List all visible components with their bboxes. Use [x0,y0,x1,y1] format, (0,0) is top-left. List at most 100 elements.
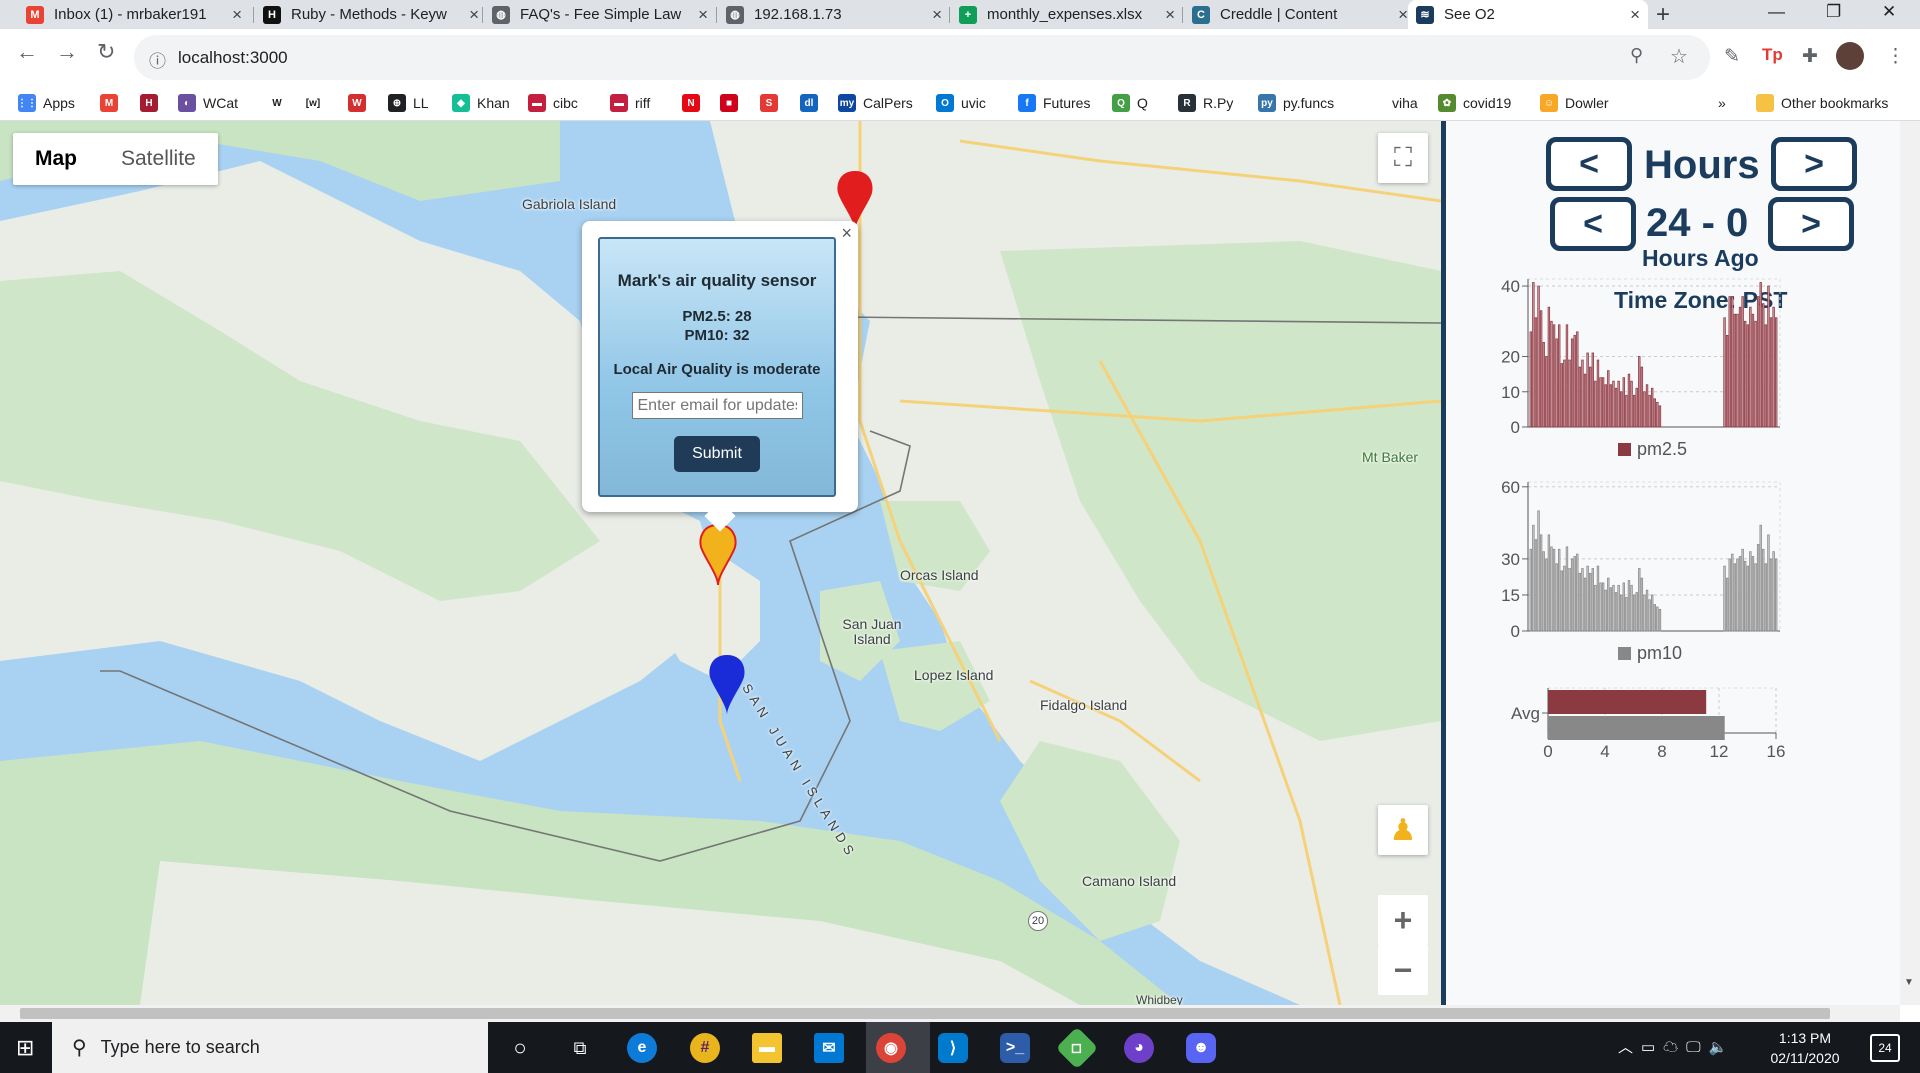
bookmark-item[interactable]: ⋮⋮ Apps [17,86,75,120]
bar [1754,563,1757,632]
cortana-icon[interactable]: ○ [505,1033,535,1063]
browser-tab[interactable]: + monthly_expenses.xlsx × [951,0,1183,29]
minimize-button[interactable]: — [1768,2,1785,22]
bookmark-item[interactable]: QQ [1112,86,1148,120]
file-explorer-icon[interactable]: ▬ [752,1033,782,1063]
close-tab-icon[interactable]: × [232,5,242,25]
bookmark-item[interactable]: ◐ WCat [178,86,238,120]
bookmark-item[interactable]: H [140,86,165,120]
vscode-icon[interactable]: ⟩ [938,1033,968,1063]
bookmark-item[interactable]: py py.funcs [1258,86,1334,120]
calpers-icon: my [838,94,856,112]
email-field[interactable] [631,392,803,419]
fullscreen-icon[interactable]: ⛶ [1378,133,1428,183]
bookmark-item[interactable]: dl [800,86,825,120]
address-bar[interactable]: ⓘ localhost:3000 ⚲ ☆ [134,35,1710,80]
sensor-marker-blue[interactable] [709,655,745,715]
task-view-icon[interactable]: ⧉ [565,1033,595,1063]
bar [1529,331,1532,428]
bookmark-item[interactable]: my CalPers [838,86,913,120]
reload-icon[interactable]: ↻ [97,39,115,65]
eyedropper-icon[interactable]: ✎ [1724,45,1740,68]
close-tab-icon[interactable]: × [1630,5,1640,25]
location-icon[interactable]: ⚲ [1630,45,1643,66]
bookmark-item[interactable]: f Futures [1018,86,1090,120]
bar [1744,560,1747,632]
map[interactable]: Map Satellite ⛶ ♟ + − Gabriola Island Or… [0,121,1441,1005]
maximize-button[interactable]: ❐ [1826,2,1841,22]
close-icon[interactable]: × [841,223,852,244]
close-tab-icon[interactable]: × [1165,5,1175,25]
discord-icon[interactable]: ☻ [1186,1033,1216,1063]
new-tab-button[interactable]: + [1656,1,1670,29]
close-tab-icon[interactable]: × [1398,5,1408,25]
browser-tab[interactable]: M Inbox (1) - mrbaker191 × [18,0,250,29]
clock[interactable]: 1:13 PM 02/11/2020 [1755,1028,1855,1068]
taskbar-search[interactable]: ⚲ Type here to search [52,1022,488,1073]
close-tab-icon[interactable]: × [932,5,942,25]
submit-button[interactable]: Submit [674,436,760,472]
bar [1586,565,1589,632]
bookmark-item[interactable]: R R.Py [1178,86,1233,120]
bookmark-item[interactable]: M [100,86,125,120]
bookmark-item[interactable]: S [760,86,785,120]
bar [1775,317,1778,428]
git-icon[interactable]: ◇ [1055,1026,1099,1070]
tp-extension-icon[interactable]: Tp [1762,45,1783,65]
bookmark-item[interactable]: ■ [720,86,745,120]
browser-tab[interactable]: ◍ FAQ's - Fee Simple Law × [484,0,716,29]
zoom-out-button[interactable]: − [1378,945,1428,995]
bookmark-item[interactable]: N [682,86,707,120]
street-view-pegman-icon[interactable]: ♟ [1378,805,1428,855]
bookmark-item[interactable]: ▬ cibc [528,86,578,120]
map-type-map-button[interactable]: Map [13,133,99,185]
bar [1653,604,1656,632]
star-icon[interactable]: ☆ [1670,44,1688,69]
browser-tab[interactable]: ≋ See O2 × [1408,0,1648,29]
zoom-in-button[interactable]: + [1378,895,1428,945]
close-tab-icon[interactable]: × [469,5,479,25]
browser-tab[interactable]: ◍ 192.168.1.73 × [718,0,950,29]
cibc-icon: ▬ [528,94,546,112]
bookmark-item[interactable]: ◆ Khan [452,86,510,120]
bookmark-item[interactable]: ⊕ LL [388,86,429,120]
bookmark-item[interactable]: viha [1392,86,1418,120]
windows-start-icon[interactable]: ⊞ [16,1035,34,1061]
bookmark-item[interactable]: » [1718,86,1726,120]
tab-strip: M Inbox (1) - mrbaker191 × H Ruby - Methods … [0,0,1920,29]
back-icon[interactable]: ← [16,39,38,65]
bookmark-item[interactable]: ▬ riff [610,86,650,120]
browser-tab[interactable]: C Creddle | Content × [1184,0,1416,29]
bar [1568,359,1571,428]
notifications-icon[interactable]: 24 [1870,1034,1900,1062]
close-tab-icon[interactable]: × [698,5,708,25]
powershell-icon[interactable]: >_ [1000,1033,1030,1063]
mail-icon[interactable]: ✉ [814,1033,844,1063]
bookmark-item[interactable]: W [268,86,293,120]
menu-icon[interactable]: ⋮ [1886,45,1905,68]
horizontal-scrollbar[interactable] [0,1005,1900,1022]
close-window-button[interactable]: ✕ [1882,2,1896,22]
bar [1599,377,1602,428]
bar [1558,548,1561,632]
forward-icon[interactable]: → [56,39,78,65]
bookmark-item[interactable]: ☺ Dowler [1540,86,1609,120]
bookmark-item[interactable]: [w] [304,86,329,120]
chrome-icon[interactable]: ◉ [876,1033,906,1063]
bookmark-item[interactable]: Other bookmarks [1756,86,1888,120]
info-icon[interactable]: ⓘ [149,47,166,72]
system-tray-icons[interactable]: ︿▭☁🖵🔈 [1618,1036,1735,1057]
bar [1759,282,1762,428]
slack-icon[interactable]: # [690,1033,720,1063]
browser-tab[interactable]: H Ruby - Methods - Keyw × [255,0,487,29]
avatar[interactable] [1836,42,1864,70]
edge-icon[interactable]: e [627,1033,657,1063]
vertical-scrollbar[interactable]: ▼ [1900,121,1920,1005]
github-icon[interactable]: ◕ [1124,1033,1154,1063]
bookmark-item[interactable]: ✿ covid19 [1438,86,1511,120]
bookmark-item[interactable]: W [348,86,373,120]
search-placeholder: Type here to search [100,1037,260,1057]
extensions-icon[interactable]: ✚ [1802,45,1818,68]
bookmark-item[interactable]: Ouvic [936,86,986,120]
map-type-satellite-button[interactable]: Satellite [99,133,218,185]
